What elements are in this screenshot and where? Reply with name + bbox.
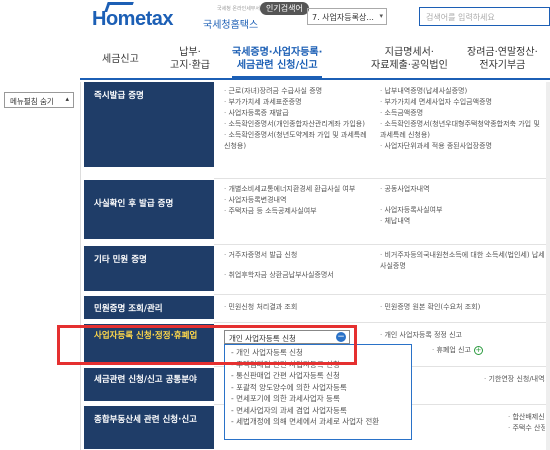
menu-row: 기타 민원 증명 거주자증명서 발급 신청 취업후학자금 상환금납부사실증명서 … [84,246,550,292]
dropdown-option[interactable]: 포괄적 양도양수에 의한 사업자등록 [231,382,405,394]
chevron-down-icon: ▾ [379,12,383,20]
divider [80,82,81,450]
menu-row: 민원증명 조회/관리 민원신청 처리결과 조회 민원증명 원본 확인(수요처 조… [84,296,550,320]
row-divider [214,178,550,179]
menu-link[interactable]: 민원신청 처리결과 조회 [224,302,374,313]
menu-link[interactable]: 사업자등록증 재발급 [224,108,374,119]
menu-link[interactable]: 체납내역 [380,216,545,227]
dropdown-option[interactable]: 세법개정에 의해 면세에서 과세로 사업자 전환 [231,416,405,428]
menu-link[interactable]: 비거주자등의국내원천소득에 대한 소득세(법인세) 납세사실증명 [380,250,545,272]
logo-subtitle: 국세청홈택스 [203,20,259,31]
menu-link[interactable]: 합산배제신고(제외신고) [508,412,545,423]
menu-column: 민원증명 원본 확인(수요처 조회) [380,302,545,313]
menu-link[interactable]: 개별소비세교통에너지환경세 환급사실 여부 [224,184,374,195]
menu-link[interactable]: 공동사업자내역 [380,184,545,195]
top-bar: Hometax 국세청 온라인세무서비스 국세청홈택스 인기검색어 7. 사업자… [0,0,550,40]
menu-column: 민원신청 처리결과 조회 [224,302,374,313]
category-label: 세금관련 신청/신고 공통분야 [84,368,214,401]
main-nav: 세금신고 납부· 고지·환급 국세증명·사업자등록· 세금관련 신청/신고 지급… [80,40,550,80]
menu-link[interactable]: 사업자등록사실여부 [380,205,545,216]
menu-column: 공동사업자내역 사업자등록사실여부 체납내역 [380,184,545,227]
popular-search-select[interactable]: 7. 사업자등록상... ▾ [307,8,387,25]
nav-certificate[interactable]: 국세증명·사업자등록· 세금관련 신청/신고 [232,46,323,79]
row-divider [214,322,550,323]
menu-link[interactable]: 사업자단위과세 적용 종된사업장증명 [380,141,545,152]
menu-link[interactable]: 소득확인증명서(청년도약계좌 가입 및 과세특례 신청용) [224,130,374,152]
menu-link[interactable]: 주택수 산정제외 신청 [508,423,545,434]
nav-statement[interactable]: 지급명세서· 자료제출·공익법인 [371,46,448,72]
logo-text: Hometax [92,8,173,30]
dropdown-option[interactable]: 면세포기에 의한 과세사업자 등록 [231,393,405,405]
category-label: 종합부동산세 관련 신청·신고 [84,406,214,449]
menu-link[interactable]: 근로(자녀)장려금 수급사실 증명 [224,86,374,97]
menu-row: 즉시발급 증명 근로(자녀)장려금 수급사실 증명 부가가치세 과세표준증명 사… [84,82,550,168]
menu-link[interactable]: 주택자금 등 소득공제사실여부 [224,206,374,217]
nav-payment[interactable]: 납부· 고지·환급 [170,46,210,72]
menu-link[interactable]: 부가가치세 면세사업자 수입금액증명 [380,97,545,108]
menu-column: 개별소비세교통에너지환경세 환급사실 여부 사업자등록변경내역 주택자금 등 소… [224,184,374,217]
menu-link[interactable]: 취업후학자금 상환금납부사실증명서 [224,270,374,281]
dropdown-option[interactable]: 통신판매업 간편 사업자등록 신청 [231,370,405,382]
search-input[interactable]: 검색어를 입력하세요 [419,7,550,26]
menu-column: 근로(자녀)장려금 수급사실 증명 부가가치세 과세표준증명 사업자등록증 재발… [224,86,374,152]
scrollbar[interactable] [546,82,550,450]
nav-incentive[interactable]: 장려금·연말정산· 전자기부금 [467,46,538,72]
menu-link[interactable]: 소득확인증명서(청년우대형주택청약종합저축 가입 및 과세특례 신청용) [380,119,545,141]
menu-row: 사실확인 후 발급 증명 개별소비세교통에너지환경세 환급사실 여부 사업자등록… [84,180,550,240]
menu-link-label: 휴폐업 신고 [436,346,471,354]
highlight-box [57,325,357,365]
menu-expand-button[interactable]: 메뉴펼침 숨기 ▴ [4,92,74,108]
menu-column: 비거주자등의국내원천소득에 대한 소득세(법인세) 납세사실증명 [380,250,545,272]
menu-link[interactable]: 거주자증명서 발급 신청 [224,250,374,261]
menu-link[interactable]: 민원증명 원본 확인(수요처 조회) [380,302,545,313]
menu-link[interactable]: 납부내역증명(납세사실증명) [380,86,545,97]
menu-link[interactable]: 기한연장 신청/내역조회+ [484,374,545,385]
menu-column: 납부내역증명(납세사실증명) 부가가치세 면세사업자 수입금액증명 소득금액증명… [380,86,545,152]
menu-column: 거주자증명서 발급 신청 취업후학자금 상환금납부사실증명서 [224,250,374,281]
category-label: 즉시발급 증명 [84,82,214,167]
row-divider [214,294,550,295]
menu-link[interactable]: 부가가치세 과세표준증명 [224,97,374,108]
menu-link-label: 기한연장 신청/내역조회 [488,375,545,383]
expand-icon[interactable]: + [473,346,483,355]
category-label: 민원증명 조회/관리 [84,296,214,319]
row-divider [214,244,550,245]
popular-search-value: 7. 사업자등록상... [312,13,374,22]
menu-link[interactable]: 개인 사업자등록 정정 신고 [380,330,545,341]
category-label: 기타 민원 증명 [84,246,214,291]
menu-link[interactable]: 사업자등록변경내역 [224,195,374,206]
menu-link[interactable]: 소득확인증명서(개인종합자산관리계좌 가입용) [224,119,374,130]
menu-expand-label: 메뉴펼침 숨기 [10,97,54,106]
category-label: 사실확인 후 발급 증명 [84,180,214,239]
chevron-up-icon: ▴ [65,95,69,103]
nav-tax-report[interactable]: 세금신고 [102,53,139,66]
menu-link[interactable]: 소득금액증명 [380,108,545,119]
dropdown-option[interactable]: 면세사업자의 과세 겸업 사업자등록 [231,405,405,417]
popular-search-label: 인기검색어 [260,2,309,15]
